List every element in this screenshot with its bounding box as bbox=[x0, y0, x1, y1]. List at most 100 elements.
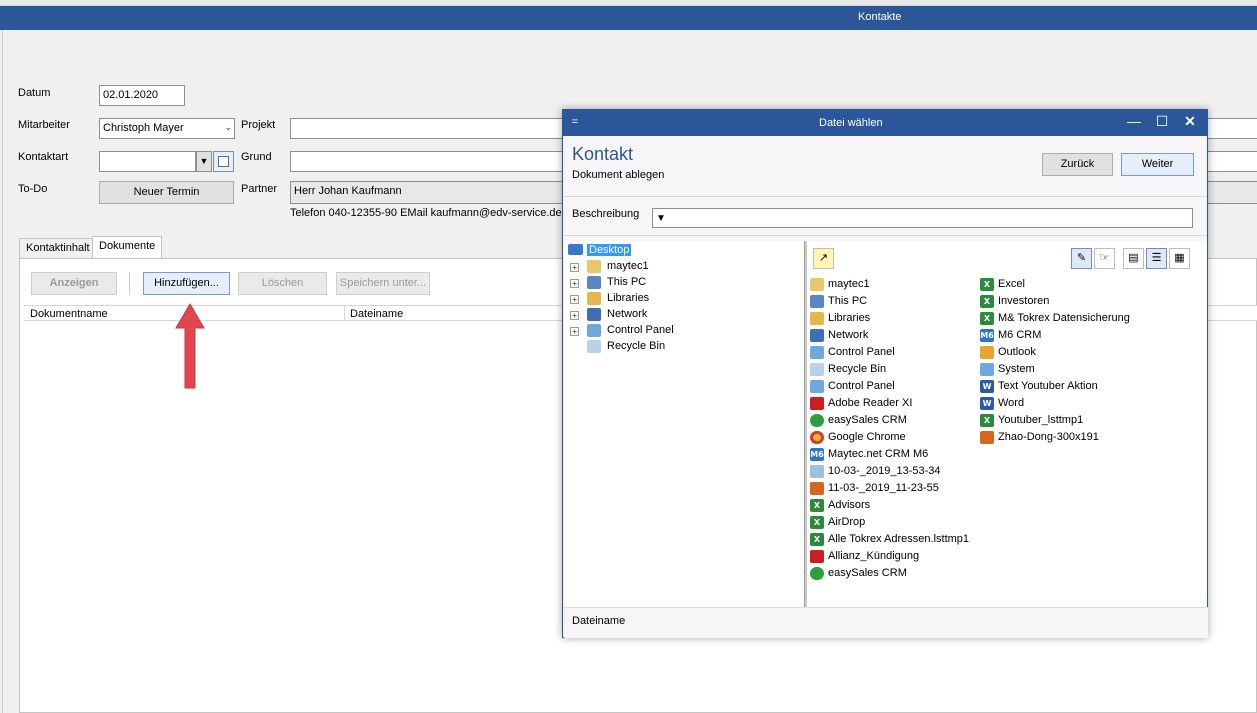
pdf-file-icon bbox=[810, 550, 824, 563]
excel-file-icon: X bbox=[980, 295, 994, 308]
speichern-unter-button[interactable]: Speichern unter... bbox=[336, 272, 430, 295]
file-item-label: Alle Tokrex Adressen.lsttmp1 bbox=[828, 533, 970, 545]
dialog-footer: Dateiname bbox=[564, 607, 1208, 638]
weiter-button[interactable]: Weiter bbox=[1121, 153, 1194, 176]
beschreibung-label: Beschreibung bbox=[572, 208, 640, 220]
dialog-title-bar: = Datei wählen — ☐ ✕ bbox=[563, 110, 1207, 136]
file-item-label: AirDrop bbox=[828, 516, 866, 528]
file-item-label: Investoren bbox=[998, 295, 1050, 307]
loeschen-button[interactable]: Löschen bbox=[238, 272, 327, 295]
details-view-icon[interactable]: ▦ bbox=[1169, 248, 1190, 269]
list-view-icon[interactable]: ☰ bbox=[1146, 248, 1167, 269]
user-folder-icon bbox=[810, 278, 824, 291]
dialog-menu-icon[interactable]: = bbox=[565, 116, 585, 128]
partner-field-right[interactable] bbox=[1207, 181, 1257, 204]
file-item-label: Allianz_Kündigung bbox=[828, 550, 920, 562]
large-icons-view-icon[interactable]: ▤ bbox=[1123, 248, 1144, 269]
file-item-label: Youtuber_lsttmp1 bbox=[998, 414, 1084, 426]
partner-label: Partner bbox=[241, 183, 278, 195]
tree-item-label: Desktop bbox=[587, 244, 632, 256]
tree-item-label: Recycle Bin bbox=[607, 340, 666, 352]
partner-info: Telefon 040-12355-90 EMail kaufmann@edv-… bbox=[290, 207, 562, 219]
excel-file-icon: X bbox=[980, 312, 994, 325]
file-item-label: Google Chrome bbox=[828, 431, 906, 443]
kontaktart-field[interactable] bbox=[99, 151, 196, 172]
column-dateiname[interactable]: Dateiname bbox=[350, 308, 403, 320]
minimize-icon[interactable]: — bbox=[1124, 113, 1144, 129]
file-item-label: Recycle Bin bbox=[828, 363, 887, 375]
easysales-icon bbox=[810, 567, 824, 580]
expand-icon[interactable]: + bbox=[570, 263, 579, 272]
file-item-label: easySales CRM bbox=[828, 414, 907, 426]
tree-item-label: Libraries bbox=[607, 292, 650, 304]
tab-dokumente[interactable]: Dokumente bbox=[92, 236, 163, 259]
beschreibung-separator bbox=[564, 235, 1207, 236]
m6-app-icon: M6 bbox=[810, 448, 824, 461]
beschreibung-select[interactable]: ▼ bbox=[652, 208, 1193, 228]
expand-icon[interactable]: + bbox=[570, 311, 579, 320]
desktop-icon bbox=[568, 244, 583, 255]
file-item-label: System bbox=[998, 363, 1035, 375]
tab-kontaktinhalt[interactable]: Kontaktinhalt bbox=[19, 238, 97, 259]
edit-pencil-icon[interactable]: ✎ bbox=[1071, 248, 1092, 269]
control-panel-icon bbox=[810, 380, 824, 393]
expand-icon[interactable]: + bbox=[570, 279, 579, 288]
chrome-icon bbox=[810, 431, 824, 444]
zurueck-button[interactable]: Zurück bbox=[1042, 153, 1113, 176]
file-item-label: This PC bbox=[828, 295, 868, 307]
file-item-label: Network bbox=[828, 329, 869, 341]
mitarbeiter-label: Mitarbeiter bbox=[18, 119, 70, 131]
neuer-termin-button[interactable]: Neuer Termin bbox=[99, 181, 234, 204]
kontaktart-dropdown-button[interactable]: ▼ bbox=[196, 151, 212, 172]
libraries-icon bbox=[587, 292, 601, 305]
anzeigen-button[interactable]: Anzeigen bbox=[31, 272, 117, 295]
tree-item-label: Control Panel bbox=[607, 324, 674, 336]
adobe-pdf-icon bbox=[810, 397, 824, 410]
projekt-field[interactable] bbox=[290, 118, 565, 139]
datum-field[interactable]: 02.01.2020 bbox=[99, 85, 185, 106]
file-item-label: Text Youtuber Aktion bbox=[998, 380, 1098, 392]
grund-field-right[interactable] bbox=[1207, 151, 1257, 172]
control-panel-icon bbox=[980, 363, 994, 376]
maximize-icon[interactable]: ☐ bbox=[1152, 113, 1172, 130]
file-chooser-dialog: = Datei wählen — ☐ ✕ Kontakt Dokument ab… bbox=[562, 109, 1208, 638]
excel-file-icon: X bbox=[810, 516, 824, 529]
grund-field[interactable] bbox=[290, 151, 565, 172]
file-item-label: Control Panel bbox=[828, 346, 895, 358]
file-item-label: Control Panel bbox=[828, 380, 895, 392]
excel-file-icon: X bbox=[980, 278, 994, 291]
file-item-label: Maytec.net CRM M6 bbox=[828, 448, 929, 460]
folder-up-icon[interactable]: ↗ bbox=[813, 248, 834, 269]
hand-pointer-icon[interactable]: ☞ bbox=[1094, 248, 1115, 269]
computer-icon bbox=[810, 295, 824, 308]
expand-icon[interactable]: + bbox=[570, 327, 579, 336]
file-item-label: M& Tokrex Datensicherung bbox=[998, 312, 1130, 324]
file-item-label: Excel bbox=[998, 278, 1025, 290]
folder-tree: Desktop + maytec1 + This PC + Libraries … bbox=[564, 241, 804, 607]
todo-label: To-Do bbox=[18, 183, 48, 195]
projekt-field-right[interactable] bbox=[1207, 118, 1257, 139]
outlook-icon bbox=[980, 346, 994, 359]
image-file-icon bbox=[980, 431, 994, 444]
image-file-icon bbox=[810, 465, 824, 478]
partner-field[interactable]: Herr Johan Kaufmann bbox=[290, 181, 565, 204]
file-item-label: Zhao-Dong-300x191 bbox=[998, 431, 1099, 443]
excel-file-icon: X bbox=[980, 414, 994, 427]
datum-label: Datum bbox=[18, 87, 51, 99]
expand-icon[interactable]: + bbox=[570, 295, 579, 304]
tree-item-label: Network bbox=[607, 308, 648, 320]
file-item-label: 11-03-_2019_11-23-55 bbox=[828, 482, 939, 494]
hinzufuegen-button[interactable]: Hinzufügen... bbox=[143, 272, 230, 295]
file-item-label: M6 CRM bbox=[998, 329, 1042, 341]
computer-icon bbox=[587, 276, 601, 289]
column-dokumentname[interactable]: Dokumentname bbox=[30, 308, 108, 320]
close-icon[interactable]: ✕ bbox=[1180, 113, 1200, 130]
excel-file-icon: X bbox=[810, 499, 824, 512]
control-panel-icon bbox=[587, 324, 601, 337]
kontaktart-list-button[interactable] bbox=[213, 151, 234, 172]
mitarbeiter-select[interactable]: Christoph Mayer ⌄ bbox=[99, 118, 235, 139]
m6-app-icon: M6 bbox=[980, 329, 994, 342]
network-icon bbox=[587, 308, 601, 321]
chevron-down-icon: ▼ bbox=[656, 213, 666, 224]
file-item-label: Advisors bbox=[828, 499, 871, 511]
